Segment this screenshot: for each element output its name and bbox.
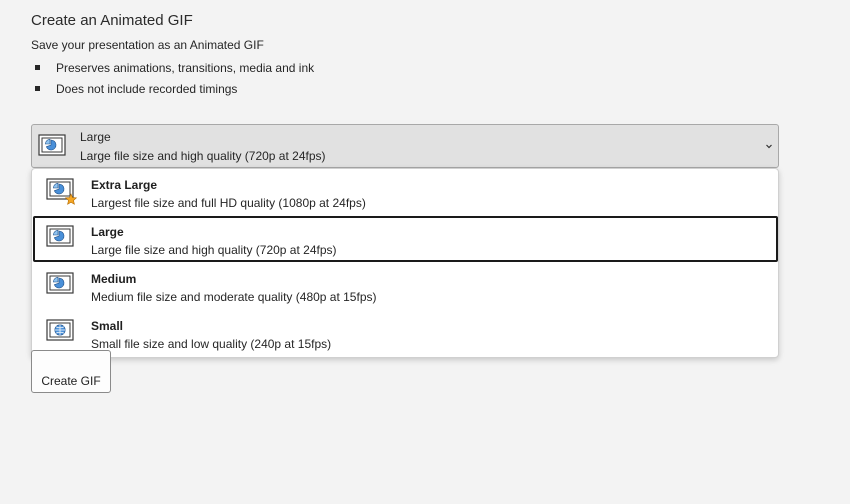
create-gif-label: Create GIF [41, 373, 101, 388]
option-small[interactable]: Small Small file size and low quality (2… [33, 310, 777, 356]
quality-dropdown-list: Extra Large Largest file size and full H… [31, 168, 779, 358]
chevron-down-icon [763, 139, 775, 151]
list-item: Preserves animations, transitions, media… [33, 57, 314, 78]
option-name: Medium [91, 272, 137, 286]
option-name: Large [91, 225, 124, 239]
page-subtitle: Save your presentation as an Animated GI… [31, 38, 264, 52]
list-item-text: Does not include recorded timings [56, 81, 238, 96]
feature-list: Preserves animations, transitions, media… [33, 57, 314, 99]
option-desc: Medium file size and moderate quality (4… [91, 290, 377, 304]
slide-icon [46, 225, 78, 260]
list-item-text: Preserves animations, transitions, media… [56, 60, 315, 75]
option-desc: Small file size and low quality (240p at… [91, 337, 332, 351]
bullet-icon [35, 86, 40, 91]
export-gif-panel: Create an Animated GIF Save your present… [0, 0, 850, 504]
quality-select[interactable]: Large Large file size and high quality (… [31, 124, 779, 168]
option-large[interactable]: Large Large file size and high quality (… [33, 216, 778, 262]
option-desc: Large file size and high quality (720p a… [91, 243, 337, 257]
page-title: Create an Animated GIF [31, 12, 193, 29]
create-gif-button[interactable]: Create GIF [31, 350, 111, 393]
option-desc: Largest file size and full HD quality (1… [91, 196, 366, 210]
selected-option-name: Large [80, 130, 111, 144]
option-name: Extra Large [91, 178, 158, 192]
slide-globe-icon [46, 319, 78, 354]
option-name: Small [91, 319, 124, 333]
list-item: Does not include recorded timings [33, 78, 314, 99]
slide-star-icon [46, 178, 78, 213]
slide-icon [38, 134, 66, 163]
option-medium[interactable]: Medium Medium file size and moderate qua… [33, 263, 777, 309]
option-extra-large[interactable]: Extra Large Largest file size and full H… [33, 169, 777, 215]
slide-icon [46, 272, 78, 307]
selected-option-desc: Large file size and high quality (720p a… [80, 149, 326, 163]
bullet-icon [35, 65, 40, 70]
